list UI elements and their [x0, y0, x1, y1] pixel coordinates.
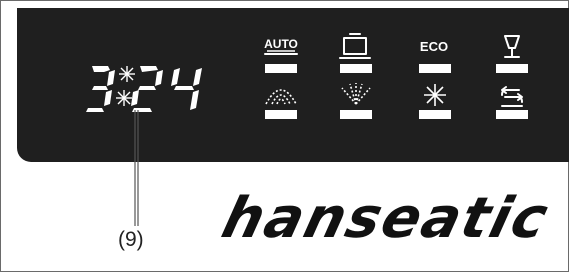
pot-icon — [339, 33, 371, 59]
half-load-button[interactable] — [340, 83, 372, 119]
spray-fan-icon — [341, 83, 371, 105]
auto-program-button[interactable]: AUTO — [264, 37, 298, 73]
glass-program-button[interactable] — [496, 35, 528, 73]
eco-label: ECO — [420, 39, 448, 54]
extra-dry-indicator-bar — [419, 110, 451, 119]
auto-indicator-bar — [265, 64, 297, 73]
cycle-arrows-icon — [501, 86, 523, 107]
extra-dry-button[interactable] — [419, 84, 451, 119]
rinse-button[interactable] — [496, 86, 528, 119]
half-load-indicator-bar — [340, 110, 372, 119]
glass-indicator-bar — [496, 64, 528, 73]
spray-arc-icon — [265, 89, 297, 105]
display-digit-3 — [86, 66, 115, 112]
display-digit-4 — [171, 68, 202, 110]
wine-glass-icon — [504, 35, 520, 58]
prewash-indicator-bar — [265, 110, 297, 119]
intensive-indicator-bar — [340, 64, 372, 73]
rinse-indicator-bar — [496, 110, 528, 119]
prewash-button[interactable] — [265, 89, 297, 119]
display-digit-2 — [131, 66, 163, 112]
time-display — [86, 66, 202, 112]
star-burst-icon — [424, 84, 446, 106]
eco-program-button[interactable]: ECO — [419, 39, 451, 73]
eco-indicator-bar — [419, 64, 451, 73]
auto-label: AUTO — [264, 37, 298, 51]
intensive-program-button[interactable] — [339, 33, 372, 73]
callout-label: (9) — [118, 228, 144, 251]
brand-logo: hanseatic — [215, 186, 556, 251]
